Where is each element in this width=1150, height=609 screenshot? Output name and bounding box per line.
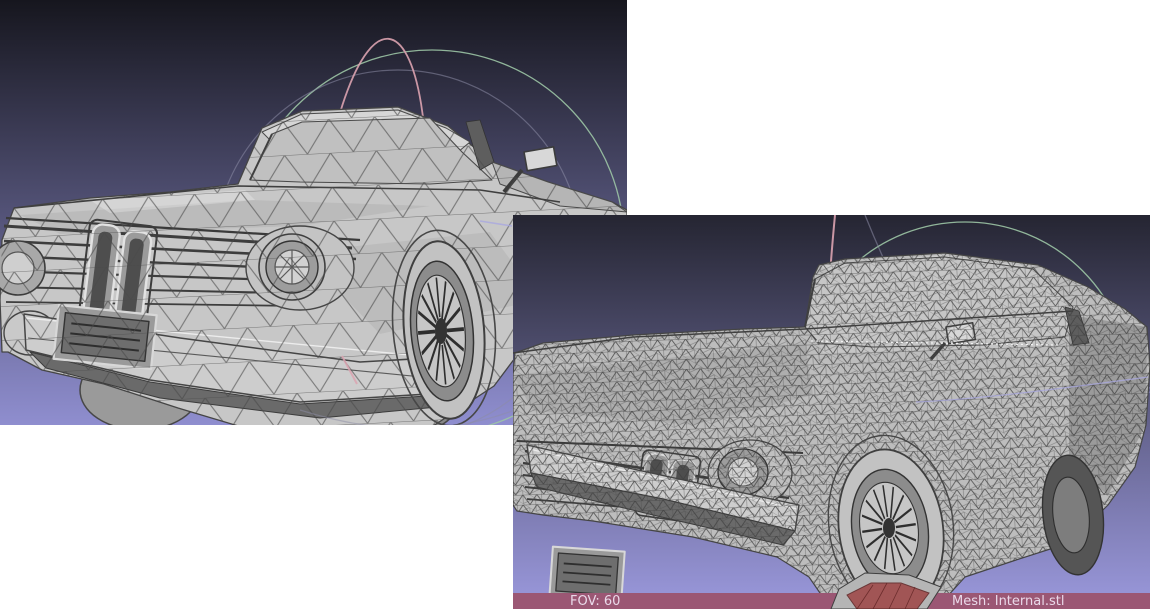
viewport-right-3d[interactable]: FOV: 60 Mesh: Internal.stl <box>513 215 1150 609</box>
desktop-canvas: FOV: 60 Mesh: Internal.stl <box>0 0 1150 609</box>
mesh-file-readout: Mesh: Internal.stl <box>952 594 1064 609</box>
wheel-hub <box>883 518 895 538</box>
wheel-hub <box>435 318 447 344</box>
gl-scene-right: FOV: 60 Mesh: Internal.stl <box>513 215 1150 609</box>
fov-readout: FOV: 60 <box>570 594 620 609</box>
